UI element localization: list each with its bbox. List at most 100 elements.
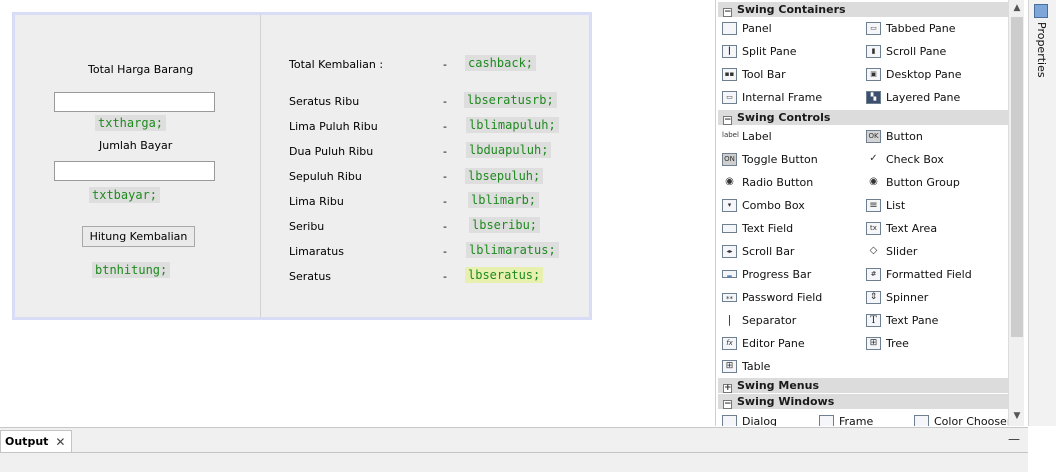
palette-item-editor-pane[interactable]: fx Editor Pane [722, 334, 805, 352]
dua-puluh-ribu-label: Dua Puluh Ribu [289, 145, 374, 158]
dialog-icon [722, 414, 737, 426]
lbsepuluh-code: lbsepuluh; [465, 168, 544, 184]
limaratus-dash: - [443, 245, 447, 258]
palette-item-separator[interactable]: | Separator [722, 311, 797, 329]
output-panel: Output ✕ — [0, 427, 1028, 472]
palette-item-label: List [886, 198, 906, 212]
palette-item-formatted-field[interactable]: # Formatted Field [866, 265, 972, 283]
palette-item-tabbed-pane[interactable]: ▭ Tabbed Pane [866, 19, 955, 37]
palette-item-panel[interactable]: Panel [722, 19, 772, 37]
close-icon[interactable]: ✕ [55, 435, 65, 449]
palette-item-internal-frame[interactable]: ▭ Internal Frame [722, 88, 822, 106]
palette-scrollbar[interactable]: ▲ ▼ [1008, 0, 1024, 426]
seratus-label: Seratus [289, 270, 332, 283]
palette-item-table[interactable]: ⊞ Table [722, 357, 770, 375]
properties-side-tab[interactable]: Properties [1028, 0, 1056, 426]
palette-item-button[interactable]: OK Button [866, 127, 923, 145]
total-kembalian-label: Total Kembalian : [289, 58, 384, 71]
palette-item-label: Label [742, 129, 772, 143]
seribu-dash: - [443, 220, 447, 233]
scroll-thumb[interactable] [1011, 17, 1023, 337]
lbseratus-code: lbseratus; [465, 267, 544, 283]
palette-item-text-pane[interactable]: T Text Pane [866, 311, 938, 329]
hitung-kembalian-button[interactable]: Hitung Kembalian [82, 226, 195, 247]
palette-item-password-field[interactable]: ** Password Field [722, 288, 822, 306]
scroll-up-icon[interactable]: ▲ [1009, 0, 1025, 16]
scroll-down-icon[interactable]: ▼ [1009, 408, 1025, 424]
panel-icon [722, 21, 737, 35]
palette-item-frame[interactable]: Frame [819, 412, 873, 426]
table-icon: ⊞ [722, 359, 737, 373]
palette-item-text-field[interactable]: Text Field [722, 219, 793, 237]
palette-item-label: Layered Pane [886, 90, 961, 104]
palette-item-list[interactable]: ≡ List [866, 196, 905, 214]
palette-item-radio-button[interactable]: ◉ Radio Button [722, 173, 813, 191]
lima-puluh-ribu-dash: - [443, 120, 447, 133]
palette-item-label: Tabbed Pane [886, 21, 956, 35]
palette-item-progress-bar[interactable]: ▬ Progress Bar [722, 265, 811, 283]
output-tab[interactable]: Output ✕ [0, 430, 73, 452]
txtharga-field[interactable] [54, 92, 215, 112]
formatted-field-icon: # [866, 267, 881, 281]
txtbayar-field[interactable] [54, 161, 215, 181]
palette-item-text-area[interactable]: tx Text Area [866, 219, 937, 237]
palette-item-label: Toggle Button [742, 152, 818, 166]
palette-item-toggle-button[interactable]: ON Toggle Button [722, 150, 818, 168]
palette-item-tree[interactable]: ⊞ Tree [866, 334, 909, 352]
palette-item-label: Password Field [742, 290, 823, 304]
collapse-icon: − [723, 399, 732, 409]
category-swing-menus[interactable]: + Swing Menus [718, 378, 1009, 393]
palette-item-spinner[interactable]: ⇕ Spinner [866, 288, 928, 306]
toggle-button-icon: ON [722, 152, 737, 166]
palette-item-desktop-pane[interactable]: ▣ Desktop Pane [866, 65, 961, 83]
palette-item-tool-bar[interactable]: ▪▪ Tool Bar [722, 65, 786, 83]
dua-puluh-ribu-dash: - [443, 145, 447, 158]
palette-item-label: Button [886, 129, 923, 143]
category-swing-controls[interactable]: − Swing Controls [718, 110, 1009, 125]
palette-item-label: Table [742, 359, 771, 373]
button-group-icon: ◉ [869, 175, 878, 187]
sepuluh-ribu-label: Sepuluh Ribu [289, 170, 362, 183]
category-label: Swing Windows [737, 395, 835, 408]
palette-item-label: Split Pane [742, 44, 797, 58]
slider-icon: ◇ [869, 244, 878, 256]
tree-icon: ⊞ [866, 336, 881, 350]
palette-item-label-control[interactable]: label Label [722, 127, 772, 145]
palette-item-label: Desktop Pane [886, 67, 962, 81]
total-kembalian-dash: - [443, 58, 447, 71]
btnhitung-code: btnhitung; [92, 262, 171, 278]
palette-item-layered-pane[interactable]: ▚ Layered Pane [866, 88, 960, 106]
palette-item-scroll-pane[interactable]: ▮ Scroll Pane [866, 42, 946, 60]
category-swing-containers[interactable]: − Swing Containers [718, 2, 1009, 17]
txtharga-code: txtharga; [95, 115, 167, 131]
palette-item-label: Progress Bar [742, 267, 812, 281]
list-icon: ≡ [866, 198, 881, 212]
category-label: Swing Containers [737, 3, 846, 16]
input-panel[interactable]: Total Harga Barang txtharga; Jumlah Baya… [15, 15, 261, 317]
palette-item-label: Text Area [886, 221, 938, 235]
lbduapuluh-code: lbduapuluh; [466, 142, 552, 158]
progress-bar-icon: ▬ [722, 270, 737, 280]
palette-item-combo-box[interactable]: ▾ Combo Box [722, 196, 805, 214]
palette-item-check-box[interactable]: ✓ Check Box [866, 150, 944, 168]
form-design-canvas[interactable]: Total Harga Barang txtharga; Jumlah Baya… [12, 12, 592, 320]
category-label: Swing Controls [737, 111, 831, 124]
palette-item-color-chooser[interactable]: Color Chooser [914, 412, 1011, 426]
category-swing-windows[interactable]: − Swing Windows [718, 394, 1009, 409]
palette-item-label: Internal Frame [742, 90, 823, 104]
palette-item-scroll-bar[interactable]: ◂▸ Scroll Bar [722, 242, 794, 260]
minimize-icon[interactable]: — [1008, 432, 1020, 446]
scroll-pane-icon: ▮ [866, 44, 881, 58]
seratus-ribu-label: Seratus Ribu [289, 95, 360, 108]
text-field-icon [722, 223, 737, 233]
palette-item-label: Combo Box [742, 198, 805, 212]
lblimaratus-code: lblimaratus; [466, 242, 559, 258]
palette-item-dialog[interactable]: Dialog [722, 412, 777, 426]
palette-item-label: Panel [742, 21, 772, 35]
palette-item-split-pane[interactable]: ┃ Split Pane [722, 42, 797, 60]
lblimarb-code: lblimarb; [468, 192, 540, 208]
palette-item-button-group[interactable]: ◉ Button Group [866, 173, 960, 191]
component-palette[interactable]: − Swing Containers Panel ▭ Tabbed Pane ┃ Sp… [715, 0, 1028, 426]
palette-item-slider[interactable]: ◇ Slider [866, 242, 918, 260]
output-divider [0, 452, 1028, 453]
